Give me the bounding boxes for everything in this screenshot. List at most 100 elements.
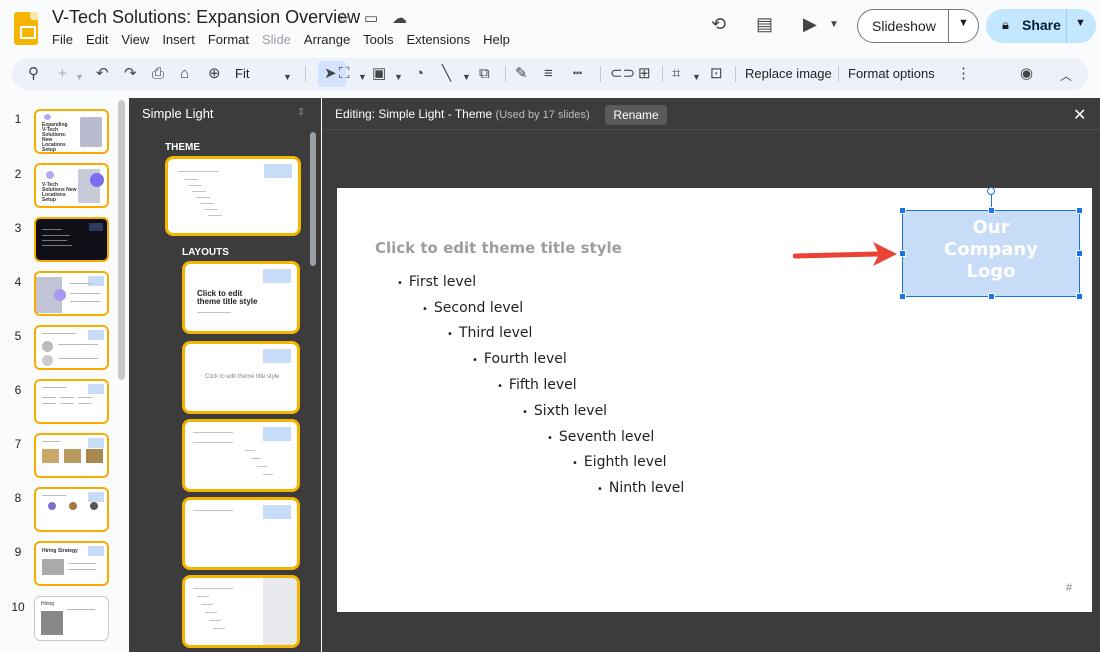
thumb-line [78, 403, 92, 404]
bullet-level-7[interactable]: • Seventh level [547, 429, 654, 445]
menu-extensions[interactable]: Extensions [407, 32, 471, 47]
new-slide-icon[interactable]: + [58, 64, 67, 84]
move-folder-icon[interactable]: ▭ [364, 9, 378, 27]
resize-handle-e[interactable] [1076, 250, 1083, 257]
sort-icon[interactable]: ⇕ [297, 107, 305, 118]
menu-help[interactable]: Help [483, 32, 510, 47]
comment-add-icon[interactable]: ⊞ [638, 64, 651, 84]
resize-handle-ne[interactable] [1076, 207, 1083, 214]
crop-caret-icon[interactable]: ▼ [692, 67, 701, 87]
share-button[interactable]: 🔒︎ Share ▼ [986, 9, 1096, 43]
frame-tool-icon[interactable]: ⛶ [339, 64, 350, 84]
share-dropdown-icon[interactable]: ▼ [1075, 17, 1086, 29]
slide-thumbnail-2[interactable]: V-Tech Solutions New Locations Setup [34, 163, 109, 208]
slide-thumbnail-9[interactable]: Hiring Strategy [34, 541, 109, 586]
search-menus-icon[interactable]: ⚲ [28, 64, 39, 84]
new-slide-caret-icon[interactable]: ▼ [75, 67, 84, 87]
zoom-icon[interactable]: ⊕ [208, 64, 221, 84]
frame-caret-icon[interactable]: ▼ [358, 67, 367, 87]
undo-icon[interactable]: ↶ [96, 64, 109, 84]
slide-thumbnail-5[interactable] [34, 325, 109, 370]
star-icon[interactable]: ☆ [337, 9, 350, 27]
layout-title-only-thumbnail[interactable] [182, 497, 300, 570]
slide-thumbnail-6[interactable] [34, 379, 109, 424]
bullet-level-1[interactable]: • First level [397, 274, 476, 290]
border-color-icon[interactable]: ✎ [515, 64, 528, 84]
bullet-level-9[interactable]: • Ninth level [597, 480, 684, 496]
rename-button[interactable]: Rename [605, 105, 667, 125]
meet-camera-icon[interactable]: ▶︎ [803, 14, 817, 35]
menu-format[interactable]: Format [208, 32, 249, 47]
layout-title-thumbnail[interactable]: Click to edit theme title style [182, 261, 300, 334]
slide-thumbnail-7[interactable] [34, 433, 109, 478]
cloud-status-icon[interactable]: ☁ [392, 9, 407, 27]
resize-handle-sw[interactable] [899, 293, 906, 300]
bullet-level-3[interactable]: • Third level [447, 325, 532, 341]
company-logo-placeholder[interactable]: Our Company Logo [899, 187, 1083, 300]
layout-one-column-thumbnail[interactable] [182, 575, 300, 648]
format-options-button[interactable]: Format options [848, 66, 935, 81]
print-icon[interactable]: ⎙ [152, 64, 164, 84]
crop-icon[interactable]: ⌗ [672, 64, 680, 84]
theme-panel-scrollbar[interactable] [310, 132, 316, 266]
layout-line [263, 474, 273, 475]
slides-logo-icon[interactable] [14, 12, 38, 45]
bullet-level-2[interactable]: • Second level [422, 300, 523, 316]
layout-section-thumbnail[interactable]: Click to edit theme title style [182, 341, 300, 414]
line-icon[interactable]: ╲ [442, 64, 451, 84]
menu-view[interactable]: View [121, 32, 149, 47]
redo-icon[interactable]: ↷ [124, 64, 137, 84]
more-options-icon[interactable]: ⋮ [956, 64, 971, 84]
slideshow-button[interactable]: Slideshow ▼ [857, 9, 979, 43]
select-cursor-icon[interactable]: ➤ [324, 64, 337, 84]
rotation-handle[interactable] [987, 187, 995, 195]
resize-handle-nw[interactable] [899, 207, 906, 214]
menu-tools[interactable]: Tools [363, 32, 393, 47]
menu-insert[interactable]: Insert [162, 32, 195, 47]
menu-file[interactable]: File [52, 32, 73, 47]
record-icon[interactable]: ◉ [1020, 64, 1033, 84]
slide-title-placeholder[interactable]: Click to edit theme title style [375, 239, 622, 257]
slide-thumbnail-10[interactable]: Hiring [34, 596, 109, 641]
video-icon[interactable]: ⧉ [479, 64, 490, 84]
line-caret-icon[interactable]: ▼ [462, 67, 471, 87]
resize-handle-se[interactable] [1076, 293, 1083, 300]
bullet-level-8[interactable]: • Eighth level [572, 454, 667, 470]
slide-thumbnail-4[interactable] [34, 271, 109, 316]
link-icon[interactable]: ⊂⊃ [610, 64, 635, 84]
image-icon[interactable]: ▣ [372, 64, 386, 84]
resize-handle-w[interactable] [899, 250, 906, 257]
bullet-level-4[interactable]: • Fourth level [472, 351, 567, 367]
menu-edit[interactable]: Edit [86, 32, 108, 47]
bullet-level-6[interactable]: • Sixth level [522, 403, 607, 419]
slide-canvas[interactable]: Click to edit theme title style • First l… [337, 187, 1092, 612]
shape-icon[interactable]: ◔ [415, 64, 424, 84]
border-weight-icon[interactable]: ≡ [544, 64, 553, 84]
resize-handle-n[interactable] [988, 207, 995, 214]
resize-handle-s[interactable] [988, 293, 995, 300]
document-title[interactable]: V-Tech Solutions: Expansion Overview [52, 7, 360, 28]
zoom-select[interactable]: Fit [235, 66, 249, 81]
version-history-icon[interactable]: ⟲ [711, 14, 726, 35]
bullet-level-5[interactable]: • Fifth level [497, 377, 577, 393]
reset-image-icon[interactable]: ⊡ [710, 64, 723, 84]
slideshow-dropdown-icon[interactable]: ▼ [958, 17, 969, 29]
zoom-caret-icon[interactable]: ▼ [283, 67, 292, 87]
theme-master-thumbnail[interactable] [165, 156, 301, 236]
close-icon[interactable]: ✕ [1073, 105, 1086, 125]
page-number-placeholder[interactable]: # [1066, 582, 1072, 594]
menu-arrange[interactable]: Arrange [304, 32, 350, 47]
slide-thumbnail-8[interactable] [34, 487, 109, 532]
collapse-toolbar-icon[interactable]: ︿ [1060, 66, 1072, 86]
meet-caret-icon[interactable]: ▼ [829, 19, 839, 30]
slide-thumbnail-1[interactable]: Expanding V-Tech Solutions: New Location… [34, 109, 109, 154]
image-caret-icon[interactable]: ▼ [394, 67, 403, 87]
replace-image-button[interactable]: Replace image [745, 66, 832, 81]
border-dash-icon[interactable]: ┅ [573, 64, 582, 84]
paint-format-icon[interactable]: ⌂ [180, 64, 189, 84]
comments-icon[interactable]: ▤ [756, 14, 773, 35]
layout-line [196, 197, 210, 198]
layout-title-body-thumbnail[interactable] [182, 419, 300, 492]
filmstrip-scrollbar[interactable] [118, 100, 125, 380]
slide-thumbnail-3[interactable] [34, 217, 109, 262]
